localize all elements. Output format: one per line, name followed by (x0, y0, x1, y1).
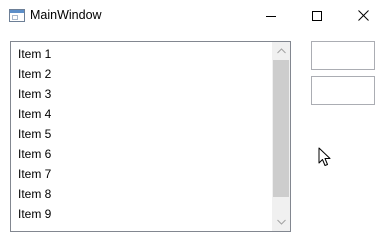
window-title: MainWindow (30, 8, 102, 22)
vertical-scrollbar[interactable] (272, 42, 290, 231)
scrollbar-thumb[interactable] (273, 60, 289, 197)
list-item[interactable]: Item 6 (11, 144, 271, 164)
text-field-2[interactable] (311, 76, 375, 105)
list-item[interactable]: Item 2 (11, 64, 271, 84)
title-bar[interactable]: MainWindow (0, 0, 386, 31)
scroll-up-button[interactable] (272, 42, 290, 60)
maximize-icon (312, 10, 322, 21)
list-item[interactable]: Item 5 (11, 124, 271, 144)
list-item[interactable]: Item 4 (11, 104, 271, 124)
maximize-button[interactable] (294, 0, 340, 31)
list-item[interactable]: Item 3 (11, 84, 271, 104)
list-item[interactable]: Item 7 (11, 164, 271, 184)
list-item[interactable]: Item 9 (11, 204, 271, 224)
close-button[interactable] (340, 0, 386, 31)
list-item[interactable]: Item 1 (11, 44, 271, 64)
text-field-1[interactable] (311, 41, 375, 70)
list-items-container: Item 1 Item 2 Item 3 Item 4 Item 5 Item … (11, 42, 271, 231)
app-window-icon (9, 9, 25, 22)
minimize-button[interactable] (248, 0, 294, 31)
scroll-down-button[interactable] (272, 213, 290, 231)
mouse-pointer-icon (318, 147, 331, 166)
minimize-icon (266, 15, 276, 17)
close-icon (357, 10, 369, 21)
scroll-up-arrow-icon (276, 48, 286, 54)
list-item[interactable]: Item 8 (11, 184, 271, 204)
items-listbox[interactable]: Item 1 Item 2 Item 3 Item 4 Item 5 Item … (10, 41, 291, 232)
scroll-down-arrow-icon (276, 219, 286, 225)
